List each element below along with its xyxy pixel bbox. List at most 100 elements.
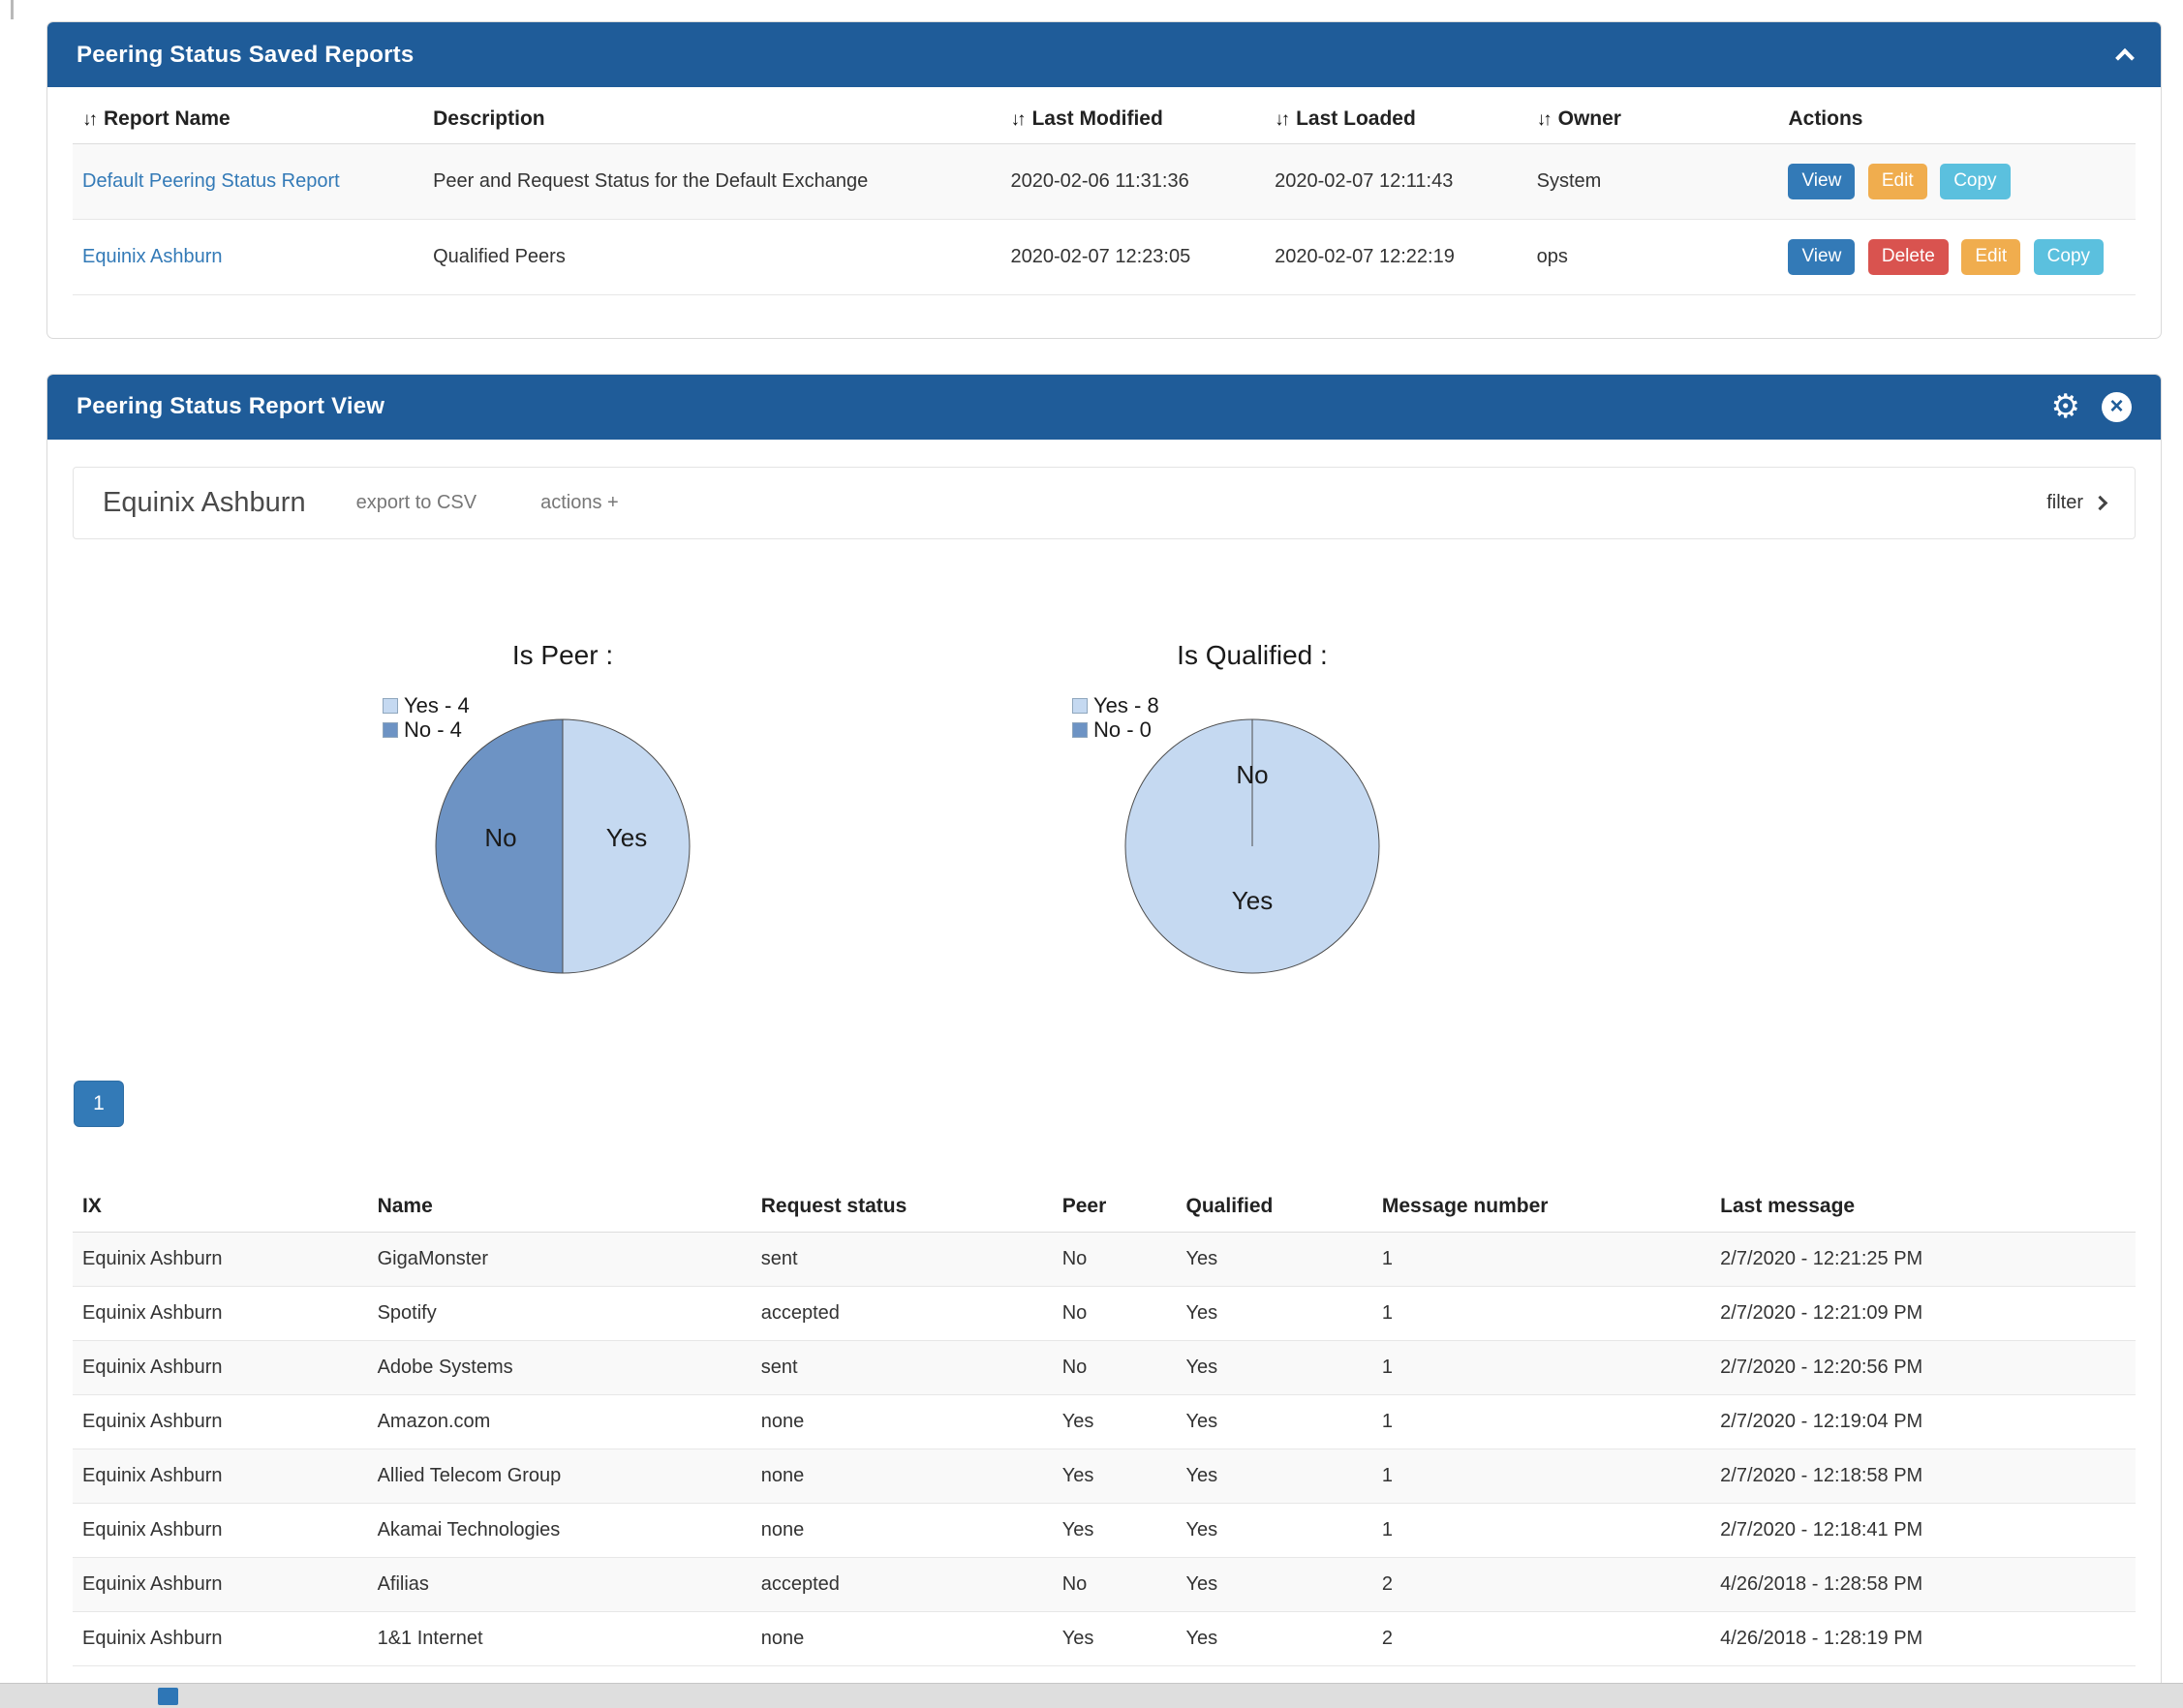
sort-icon[interactable]: ↓↑: [82, 109, 95, 130]
chevron-right-icon: [2093, 496, 2108, 511]
cell-request-status: none: [752, 1503, 1053, 1557]
close-x-glyph: ×: [2109, 395, 2123, 418]
cell-qualified: Yes: [1177, 1503, 1372, 1557]
cell-message-number: 1: [1372, 1503, 1710, 1557]
cell-qualified: Yes: [1177, 1611, 1372, 1665]
cell-message-number: 1: [1372, 1286, 1710, 1340]
saved-reports-header-row: ↓↑Report Name Description ↓↑Last Modifie…: [73, 95, 2136, 144]
cell-ix: Equinix Ashburn: [73, 1557, 368, 1611]
copy-button[interactable]: Copy: [1940, 164, 2010, 199]
cell-last-message: 2/7/2020 - 12:18:58 PM: [1710, 1449, 2136, 1503]
sort-icon[interactable]: ↓↑: [1010, 109, 1023, 130]
legend-swatch: [383, 722, 398, 738]
cell-peer: No: [1053, 1340, 1177, 1394]
cell-request-status: accepted: [752, 1286, 1053, 1340]
close-icon[interactable]: ×: [2102, 392, 2132, 422]
col-header-last-loaded[interactable]: ↓↑ Last Loaded: [1265, 95, 1527, 144]
saved-report-row: Default Peering Status Report Peer and R…: [73, 144, 2136, 220]
actions-menu-link[interactable]: actions +: [540, 492, 619, 514]
cell-request-status: sent: [752, 1232, 1053, 1286]
cell-peer: Yes: [1053, 1449, 1177, 1503]
cell-message-number: 2: [1372, 1611, 1710, 1665]
gear-icon[interactable]: ⚙: [2051, 390, 2080, 423]
column-header: IX: [73, 1181, 368, 1233]
legend-item: No - 4: [383, 718, 470, 743]
col-header-actions: Actions: [1778, 95, 2136, 144]
report-view-body: Equinix Ashburn export to CSV actions + …: [47, 467, 2161, 1708]
sort-icon[interactable]: ↓↑: [1537, 109, 1550, 130]
peer-status-row: Equinix Ashburn Afilias accepted No Yes …: [73, 1557, 2136, 1611]
column-header: Qualified: [1177, 1181, 1372, 1233]
cell-ix: Equinix Ashburn: [73, 1286, 368, 1340]
peer-status-row: Equinix Ashburn Allied Telecom Group non…: [73, 1449, 2136, 1503]
report-description: Qualified Peers: [423, 219, 1000, 294]
column-header: Peer: [1053, 1181, 1177, 1233]
legend-swatch: [1072, 722, 1088, 738]
copy-button[interactable]: Copy: [2034, 239, 2104, 275]
cell-request-status: none: [752, 1611, 1053, 1665]
edit-button[interactable]: Edit: [1961, 239, 2020, 275]
export-csv-link[interactable]: export to CSV: [356, 492, 477, 514]
cell-ix: Equinix Ashburn: [73, 1394, 368, 1449]
col-header-last-modified[interactable]: ↓↑Last Modified: [1000, 95, 1265, 144]
report-view-header-icons: ⚙ ×: [2051, 390, 2132, 423]
col-label: Report Name: [104, 107, 231, 130]
legend-swatch: [383, 698, 398, 714]
pie-graphic: YesNo: [1112, 706, 1393, 987]
cell-last-message: 2/7/2020 - 12:19:04 PM: [1710, 1394, 2136, 1449]
delete-button[interactable]: Delete: [1868, 239, 1949, 275]
pagination: 1: [74, 1081, 2161, 1127]
report-link[interactable]: Equinix Ashburn: [82, 246, 223, 267]
col-header-owner[interactable]: ↓↑Owner: [1527, 95, 1779, 144]
pie-graphic: YesNo: [422, 706, 703, 987]
report-last-loaded: 2020-02-07 12:22:19: [1265, 219, 1527, 294]
saved-reports-table: ↓↑Report Name Description ↓↑Last Modifie…: [73, 95, 2136, 295]
report-last-loaded: 2020-02-07 12:11:43: [1265, 144, 1527, 220]
cell-ix: Equinix Ashburn: [73, 1611, 368, 1665]
sort-icon[interactable]: ↓↑: [1275, 109, 1287, 130]
edit-button[interactable]: Edit: [1868, 164, 1927, 199]
cell-message-number: 2: [1372, 1557, 1710, 1611]
report-owner: ops: [1527, 219, 1779, 294]
cell-ix: Equinix Ashburn: [73, 1232, 368, 1286]
cell-message-number: 1: [1372, 1449, 1710, 1503]
filter-toggle[interactable]: filter: [2046, 492, 2106, 514]
report-link[interactable]: Default Peering Status Report: [82, 170, 340, 192]
page: Peering Status Saved Reports ↓↑ Report Na…: [0, 0, 2183, 1708]
filter-label: filter: [2046, 492, 2083, 514]
peer-status-table: IX Name Request status Peer Qualified Me…: [73, 1181, 2136, 1666]
report-view-header: Peering Status Report View ⚙ ×: [47, 375, 2161, 440]
report-owner: System: [1527, 144, 1779, 220]
saved-reports-panel: Peering Status Saved Reports ↓↑ Report Na…: [46, 21, 2162, 339]
peer-status-row: Equinix Ashburn Akamai Technologies none…: [73, 1503, 2136, 1557]
column-header: Message number: [1372, 1181, 1710, 1233]
view-button[interactable]: View: [1788, 164, 1855, 199]
legend-label: No - 4: [404, 717, 462, 743]
cell-message-number: 1: [1372, 1340, 1710, 1394]
saved-reports-title: Peering Status Saved Reports: [77, 42, 414, 69]
cell-qualified: Yes: [1177, 1232, 1372, 1286]
legend-item: Yes - 4: [383, 694, 470, 718]
peer-status-row: Equinix Ashburn Adobe Systems sent No Ye…: [73, 1340, 2136, 1394]
legend-item: Yes - 8: [1072, 694, 1159, 718]
cell-peer: Yes: [1053, 1503, 1177, 1557]
charts-row: Is Peer : Yes - 4No - 4 YesNo Is Qualifi…: [262, 640, 2161, 991]
column-header: Last message: [1710, 1181, 2136, 1233]
chart-legend: Yes - 4No - 4: [383, 694, 470, 743]
col-header-report-name[interactable]: ↓↑ Report Name: [73, 95, 423, 144]
page-1-button[interactable]: 1: [74, 1081, 124, 1127]
cell-request-status: sent: [752, 1340, 1053, 1394]
col-label: Last Loaded: [1296, 107, 1416, 130]
cell-qualified: Yes: [1177, 1286, 1372, 1340]
report-view-panel: Peering Status Report View ⚙ × Equinix A…: [46, 374, 2162, 1708]
svg-text:No: No: [484, 823, 516, 852]
svg-text:Yes: Yes: [1232, 886, 1273, 915]
saved-reports-header: Peering Status Saved Reports: [47, 22, 2161, 87]
cell-name: Allied Telecom Group: [368, 1449, 752, 1503]
cell-peer: Yes: [1053, 1394, 1177, 1449]
legend-label: No - 0: [1093, 717, 1152, 743]
collapse-chevron-up-icon[interactable]: [2115, 47, 2135, 67]
is-peer-pie-chart: Is Peer : Yes - 4No - 4 YesNo: [262, 640, 863, 991]
peer-status-row: Equinix Ashburn 1&1 Internet none Yes Ye…: [73, 1611, 2136, 1665]
view-button[interactable]: View: [1788, 239, 1855, 275]
